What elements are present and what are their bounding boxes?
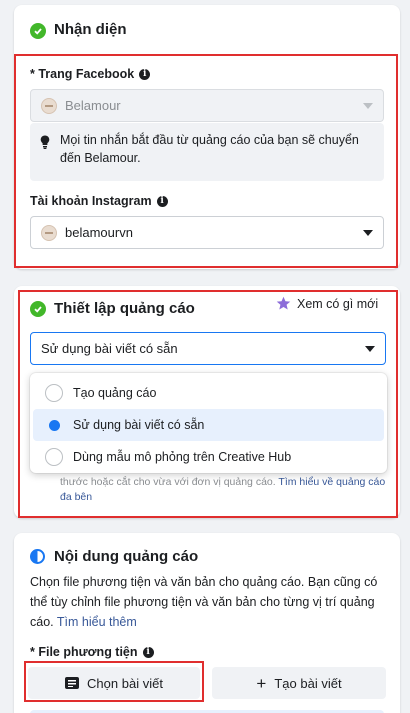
identity-card: Nhận diện * Trang Facebook i Belamour Mọ… bbox=[14, 5, 400, 269]
identity-title: Nhận diện bbox=[54, 21, 127, 38]
ad-setup-title: Thiết lập quảng cáo bbox=[54, 300, 195, 317]
lightbulb-icon bbox=[40, 135, 50, 149]
info-icon[interactable]: i bbox=[142, 646, 154, 658]
instagram-avatar bbox=[41, 224, 57, 241]
create-post-button[interactable]: + Tạo bài viết bbox=[212, 667, 386, 699]
ad-content-title: Nội dung quảng cáo bbox=[54, 548, 199, 565]
facebook-page-value: Belamour bbox=[65, 98, 121, 113]
ad-content-description: Chọn file phương tiện và văn bản cho quả… bbox=[30, 575, 378, 629]
radio-button-checked[interactable] bbox=[45, 416, 63, 434]
media-label: * File phương tiện i bbox=[30, 645, 154, 659]
message-hint: Mọi tin nhắn bắt đầu từ quảng cáo của bạ… bbox=[30, 123, 384, 181]
choose-post-button[interactable]: Chọn bài viết bbox=[28, 667, 200, 699]
instagram-select[interactable]: belamourvn bbox=[30, 216, 384, 249]
facebook-page-label: * Trang Facebook i bbox=[30, 67, 151, 81]
chevron-down-icon bbox=[363, 102, 373, 109]
star-icon bbox=[276, 296, 291, 310]
check-circle-icon bbox=[30, 301, 46, 317]
menu-item-use-existing-post[interactable]: Sử dụng bài viết có sẵn bbox=[33, 409, 384, 441]
ad-setup-select[interactable]: Sử dụng bài viết có sẵn bbox=[30, 332, 386, 365]
ad-setup-select-value: Sử dụng bài viết có sẵn bbox=[41, 341, 178, 356]
page-avatar bbox=[41, 97, 57, 114]
menu-item-create-ad[interactable]: Tạo quảng cáo bbox=[33, 377, 384, 409]
info-icon[interactable]: i bbox=[156, 195, 168, 207]
info-icon[interactable]: i bbox=[139, 68, 151, 80]
half-circle-icon bbox=[30, 549, 45, 564]
whats-new-link[interactable]: Xem có gì mới bbox=[276, 296, 378, 311]
radio-button[interactable] bbox=[45, 448, 63, 466]
behind-text: thước hoặc cắt cho vừa với đơn vị quảng … bbox=[60, 476, 386, 503]
hint-text: Mọi tin nhắn bắt đầu từ quảng cáo của bạ… bbox=[60, 133, 359, 165]
instagram-value: belamourvn bbox=[65, 225, 133, 240]
chevron-down-icon bbox=[365, 345, 375, 352]
check-circle-icon bbox=[30, 23, 46, 39]
ad-content-card: Nội dung quảng cáo Chọn file phương tiện… bbox=[14, 533, 400, 713]
facebook-page-select: Belamour bbox=[30, 89, 384, 122]
chevron-down-icon bbox=[363, 229, 373, 236]
instagram-label: Tài khoản Instagram i bbox=[30, 194, 168, 208]
learn-more-link[interactable]: Tìm hiểu thêm bbox=[57, 615, 137, 629]
ad-setup-dropdown-menu: Tạo quảng cáo Sử dụng bài viết có sẵn Dù… bbox=[30, 373, 387, 473]
menu-item-creative-hub[interactable]: Dùng mẫu mô phỏng trên Creative Hub bbox=[33, 441, 384, 473]
radio-button[interactable] bbox=[45, 384, 63, 402]
plus-icon: + bbox=[256, 673, 267, 693]
post-icon bbox=[65, 677, 80, 689]
